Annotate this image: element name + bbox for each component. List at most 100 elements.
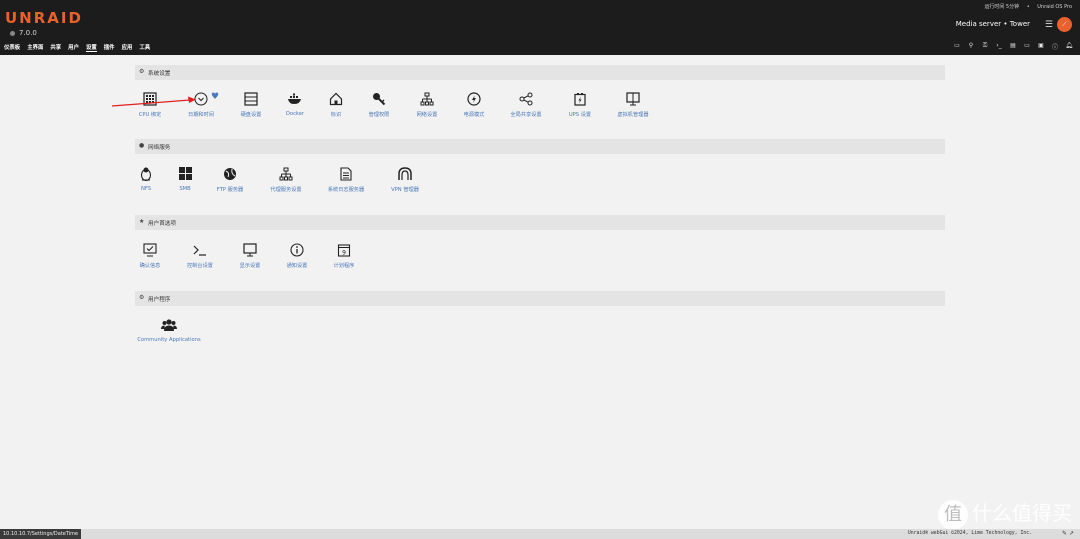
tile-label: 显示设置 — [239, 263, 261, 269]
nav-tools[interactable]: 工具 — [139, 43, 150, 52]
top-info: 运行时间 5分钟 • Unraid OS Pro — [978, 3, 1072, 10]
gears-icon: ⚙ — [139, 294, 145, 301]
favorite-heart-icon[interactable]: ♥ — [211, 92, 219, 102]
key-icon[interactable]: ⚿ — [981, 42, 989, 51]
section-title: 系统设置 — [148, 71, 171, 77]
section-user-preferences: ★ 用户首选项 — [135, 215, 945, 230]
section-title: 用户首选项 — [148, 221, 176, 227]
confirm-screen-icon — [124, 243, 176, 259]
red-arrow-annotation — [111, 96, 196, 107]
nav-shares[interactable]: 共享 — [50, 43, 61, 52]
tile-label: 虚拟机管理器 — [617, 112, 649, 118]
separator-dot: • — [1026, 4, 1030, 10]
docker-icon[interactable]: ▭ — [953, 42, 961, 51]
tile-label: 网络设置 — [416, 112, 438, 118]
tile-console-settings[interactable]: 控制台设置 — [174, 243, 226, 269]
tile-vm-manager[interactable]: 虚拟机管理器 — [607, 92, 659, 118]
ftp-globe-icon — [204, 167, 256, 183]
copyright-text[interactable]: Unraid® webGui ©2024, Lime Technology, I… — [908, 531, 1032, 536]
nav-main[interactable]: 主界面 — [27, 43, 43, 52]
info-icon[interactable]: ⓘ — [1051, 42, 1059, 51]
watermark-logo-icon: 值 — [938, 499, 968, 530]
uptime-text: 运行时间 5分钟 — [984, 4, 1020, 10]
nav-users[interactable]: 用户 — [68, 43, 79, 52]
tile-label: 计划程序 — [333, 263, 355, 269]
edit-icon[interactable]: ✎ — [1062, 530, 1067, 537]
tile-power-mode[interactable]: 电源模式 — [448, 92, 500, 118]
terminal-icon — [174, 243, 226, 259]
tile-global-share-settings[interactable]: 全局共享设置 — [500, 92, 552, 118]
tile-vpn-manager[interactable]: VPN 管理器 — [379, 167, 431, 193]
tile-label: 日期和时间 — [188, 112, 214, 118]
tile-proxy-settings[interactable]: 代理服务设置 — [260, 167, 312, 193]
top-header: UNRAID 7.0.0 运行时间 5分钟 • Unraid OS Pro Me… — [0, 0, 1080, 55]
nav-dashboard[interactable]: 仪表板 — [4, 43, 20, 52]
tile-label: 管理权限 — [368, 112, 390, 118]
tile-label: 系统日志服务器 — [327, 187, 365, 193]
tile-label: 通知设置 — [286, 263, 308, 269]
footer: 10.10.10.7/Settings/DateTime Unraid® web… — [0, 529, 1080, 539]
tile-label: 电源模式 — [463, 112, 485, 118]
tile-ups-settings[interactable]: UPS 设置 — [554, 92, 606, 118]
nav-plugins[interactable]: 插件 — [104, 43, 115, 52]
nav-settings[interactable]: 设置 — [85, 43, 97, 52]
battery-icon — [554, 92, 606, 108]
tile-label: Community Applications — [137, 337, 201, 343]
tile-label: 控制台设置 — [187, 263, 213, 269]
vpn-tunnel-icon — [379, 167, 431, 183]
share-icon — [500, 92, 552, 108]
server-name: Media server • Tower — [955, 20, 1030, 28]
toolbar: ▭ ⚲ ⚿ ›_ ▤ ▭ ▣ ⓘ 🔔︎ — [953, 42, 1073, 51]
tile-syslog-server[interactable]: 系统日志服务器 — [320, 167, 372, 193]
nav-apps[interactable]: 应用 — [122, 43, 133, 52]
terminal-icon[interactable]: ›_ — [995, 42, 1003, 51]
lock-icon[interactable]: ▣ — [1037, 42, 1045, 51]
tile-community-applications[interactable]: Community Applications — [134, 318, 204, 343]
tile-network-settings[interactable]: 网络设置 — [401, 92, 453, 118]
tile-scheduler[interactable]: 9 计划程序 — [318, 243, 370, 269]
key-icon — [353, 92, 405, 108]
display-icon[interactable]: ▭ — [1023, 42, 1031, 51]
tile-ftp-server[interactable]: FTP 服务器 — [204, 167, 256, 193]
svg-text:9: 9 — [342, 250, 346, 257]
star-icon: ★ — [139, 218, 145, 225]
main-nav: 仪表板 主界面 共享 用户 设置 插件 应用 工具 — [4, 43, 150, 52]
document-icon — [320, 167, 372, 183]
version-label: 7.0.0 — [10, 29, 37, 37]
search-icon[interactable]: ⚲ — [967, 42, 975, 51]
network-tree-icon — [401, 92, 453, 108]
section-system-settings: ⚙ 系统设置 — [135, 65, 945, 80]
avatar[interactable]: ⟋ — [1057, 17, 1072, 32]
users-group-icon — [134, 318, 204, 334]
tile-label: UPS 设置 — [568, 112, 592, 118]
bell-icon[interactable]: 🔔︎ — [1065, 42, 1073, 51]
version-number: 7.0.0 — [19, 29, 37, 37]
section-network-services: ● 网络服务 — [135, 139, 945, 154]
monitor-icon — [224, 243, 276, 259]
edition-text[interactable]: Unraid OS Pro — [1037, 4, 1072, 10]
tile-display-settings[interactable]: 显示设置 — [224, 243, 276, 269]
status-dot-icon — [10, 30, 15, 36]
external-link-icon[interactable]: ↗ — [1069, 530, 1074, 537]
watermark: 值什么值得买 — [938, 497, 1072, 530]
tile-confirmations[interactable]: 确认信息 — [124, 243, 176, 269]
section-title: 用户程序 — [148, 297, 171, 303]
feedback-icon[interactable]: ▤ — [1009, 42, 1017, 51]
section-user-apps: ⚙ 用户程序 — [135, 291, 945, 306]
vm-monitor-icon — [607, 92, 659, 108]
tile-label: 确认信息 — [139, 263, 161, 269]
network-tree-icon — [260, 167, 312, 183]
watermark-text: 什么值得买 — [972, 501, 1072, 525]
tile-management-access[interactable]: 管理权限 — [353, 92, 405, 118]
tile-label: VPN 管理器 — [391, 187, 419, 193]
tile-label: FTP 服务器 — [216, 187, 244, 193]
tile-label: 代理服务设置 — [270, 187, 302, 193]
section-title: 网络服务 — [148, 145, 171, 151]
tile-label: CPU 绑定 — [138, 112, 162, 118]
footer-icons: ✎ ↗ — [1062, 530, 1074, 537]
globe-icon: ● — [139, 142, 145, 149]
unraid-logo[interactable]: UNRAID — [5, 9, 83, 27]
hamburger-menu-icon[interactable]: ☰ — [1045, 20, 1053, 30]
gear-icon: ⚙ — [139, 68, 145, 75]
tile-notification-settings[interactable]: 通知设置 — [271, 243, 323, 269]
